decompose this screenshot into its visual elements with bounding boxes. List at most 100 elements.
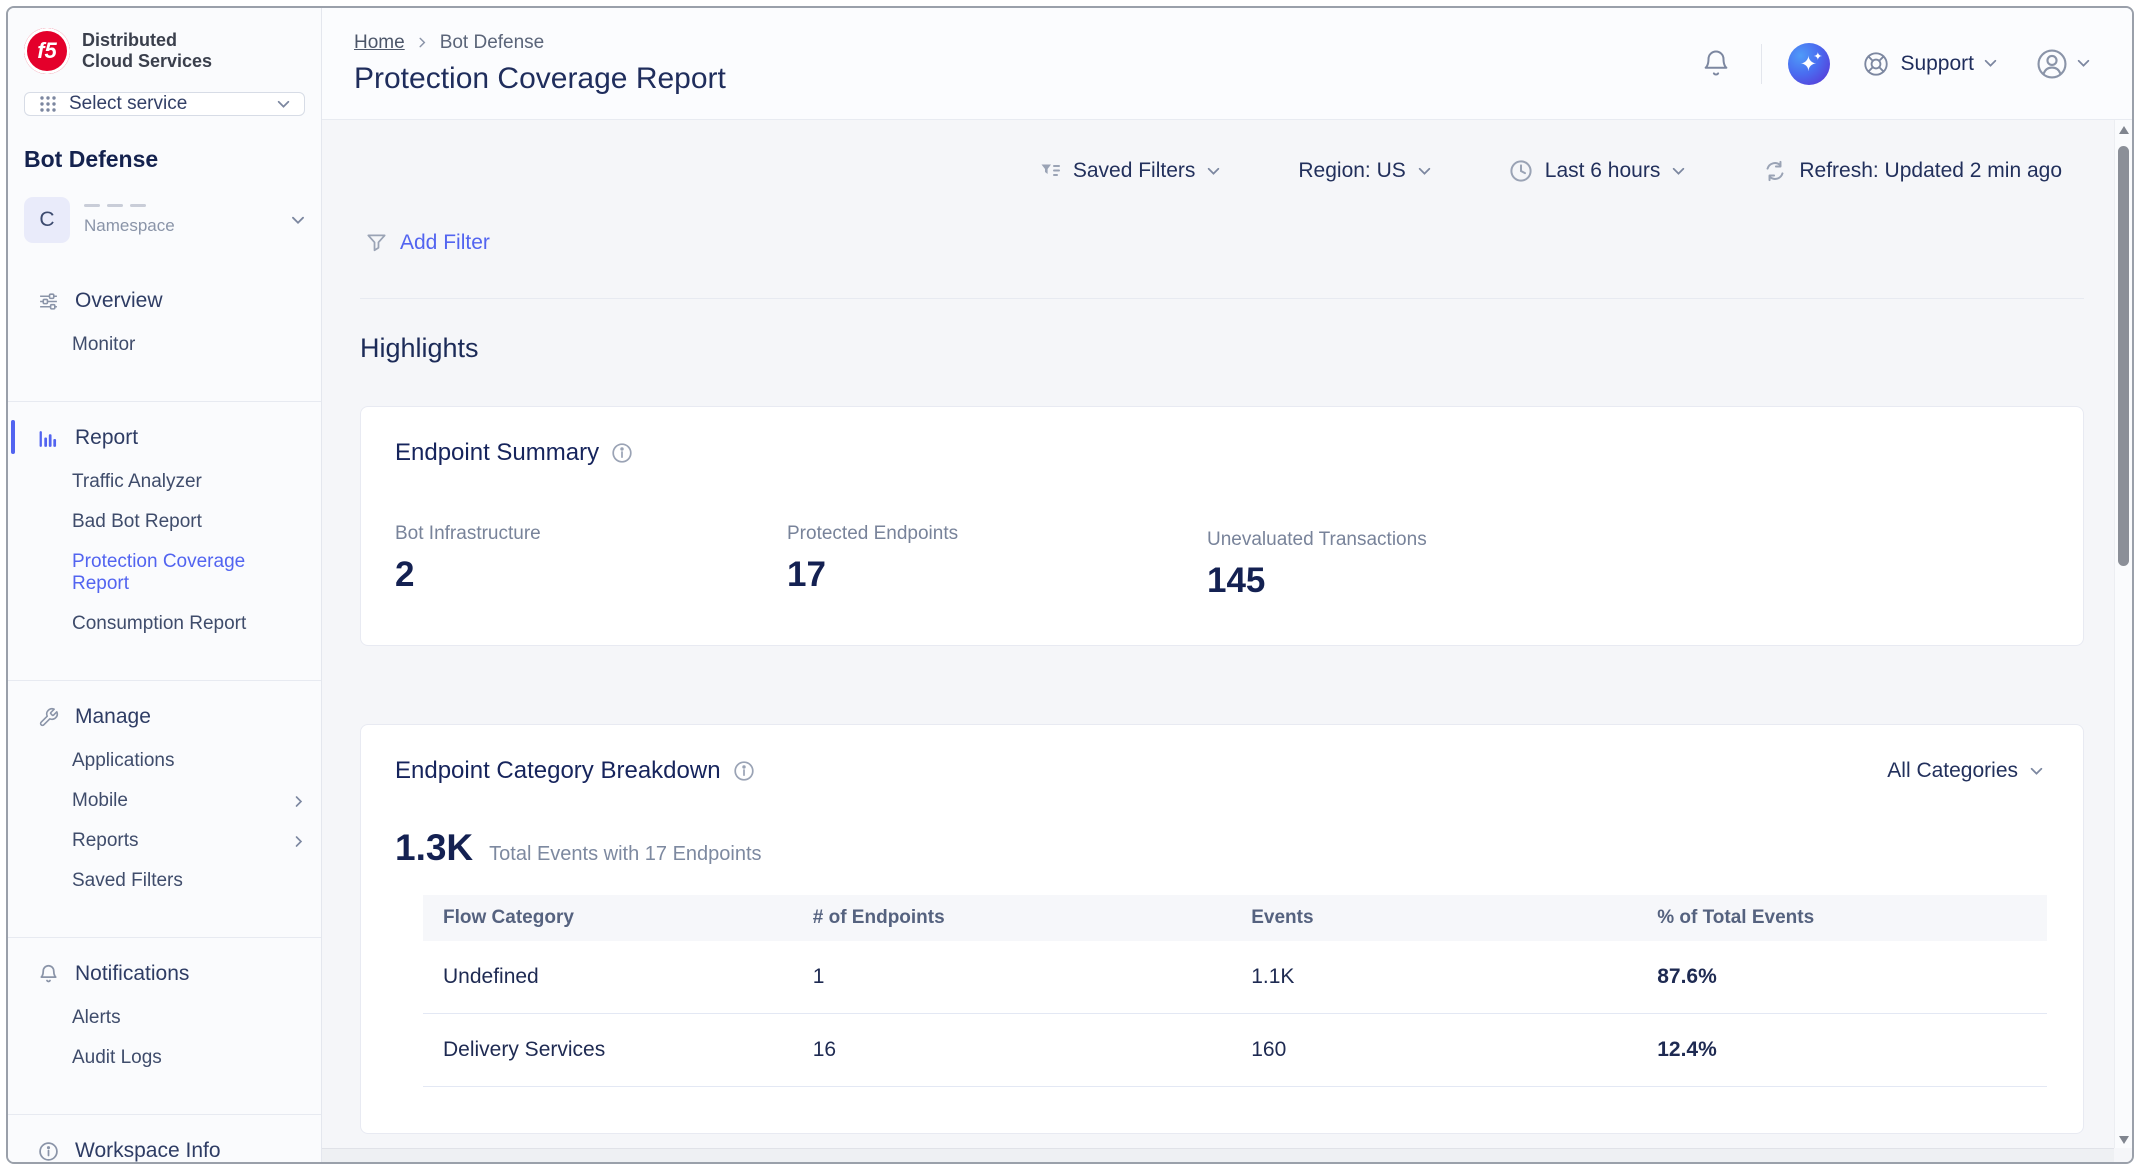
cell-events: 160: [1251, 1038, 1657, 1062]
life-ring-icon: [1862, 50, 1890, 78]
cell-flow-category: Delivery Services: [423, 1038, 813, 1062]
total-events-line: 1.3K Total Events with 17 Endpoints: [395, 827, 2049, 869]
total-events-caption: Total Events with 17 Endpoints: [489, 843, 761, 866]
chevron-down-icon: [2077, 59, 2090, 68]
user-avatar-icon: [2035, 47, 2069, 81]
sidebar-item-applications[interactable]: Applications: [8, 741, 321, 781]
sidebar-nav: Overview Monitor Report Traffic Analyzer…: [8, 265, 321, 1162]
account-menu[interactable]: [2029, 46, 2096, 82]
ai-sparkle-button[interactable]: ✦ ✦: [1788, 43, 1830, 85]
stat-protected-endpoints: Protected Endpoints 17: [787, 523, 1207, 601]
scroll-down-arrow[interactable]: [2119, 1136, 2129, 1144]
support-label: Support: [1900, 52, 1974, 76]
info-icon[interactable]: [611, 442, 633, 464]
endpoint-summary-card: Endpoint Summary Bot Infrastructure 2 Pr…: [360, 406, 2084, 646]
table-row[interactable]: Undefined 1 1.1K 87.6%: [423, 941, 2047, 1014]
stat-value: 17: [787, 555, 1207, 595]
cell-endpoints: 16: [813, 1038, 1251, 1062]
saved-filters-dropdown[interactable]: Saved Filters: [1035, 158, 1227, 184]
sidebar-item-protection-coverage-report[interactable]: Protection Coverage Report: [8, 542, 321, 604]
table-header-row: Flow Category # of Endpoints Events % of…: [423, 895, 2047, 941]
brand-name: Distributed Cloud Services: [82, 30, 212, 72]
brand: f5 Distributed Cloud Services: [8, 28, 321, 74]
nav-label: Workspace Info: [75, 1139, 221, 1162]
stat-label: Bot Infrastructure: [395, 523, 787, 545]
region-label: Region: US: [1298, 159, 1405, 183]
vertical-scrollbar[interactable]: [2114, 120, 2132, 1148]
category-breakdown-card: Endpoint Category Breakdown All Categori…: [360, 724, 2084, 1134]
nav-label: Report: [75, 426, 138, 450]
notifications-bell-button[interactable]: [1697, 45, 1735, 83]
select-service-label: Select service: [69, 93, 265, 115]
sidebar-item-bad-bot-report[interactable]: Bad Bot Report: [8, 502, 321, 542]
table-row[interactable]: Delivery Services 16 160 12.4%: [423, 1014, 2047, 1087]
category-filter-label: All Categories: [1887, 759, 2018, 783]
category-breakdown-title: Endpoint Category Breakdown: [395, 757, 721, 785]
nav-section-manage: Manage Applications Mobile Reports Saved…: [8, 681, 321, 915]
nav-item-label: Reports: [72, 830, 139, 852]
chevron-right-icon: [293, 797, 305, 806]
cell-flow-category: Undefined: [423, 965, 813, 989]
sidebar-item-alerts[interactable]: Alerts: [8, 998, 321, 1038]
sidebar-item-manage[interactable]: Manage: [8, 691, 321, 741]
top-header: Home Bot Defense Protection Coverage Rep…: [322, 8, 2132, 120]
nav-section-notifications: Notifications Alerts Audit Logs: [8, 938, 321, 1092]
nav-section-overview: Overview Monitor: [8, 265, 321, 379]
bar-chart-icon: [38, 428, 59, 449]
sidebar-item-audit-logs[interactable]: Audit Logs: [8, 1038, 321, 1078]
info-icon[interactable]: [733, 760, 755, 782]
grid-icon: [39, 95, 57, 113]
column-pct-total-events: % of Total Events: [1657, 907, 2047, 929]
filter-bar: Saved Filters Region: US Last 6 hours: [360, 120, 2084, 184]
breadcrumb-home-link[interactable]: Home: [354, 32, 405, 54]
horizontal-scrollbar[interactable]: [322, 1148, 2114, 1162]
breadcrumb-current: Bot Defense: [440, 32, 545, 54]
chevron-down-icon: [277, 100, 290, 109]
nav-section-report: Report Traffic Analyzer Bad Bot Report P…: [8, 402, 321, 658]
page-title: Protection Coverage Report: [354, 62, 726, 96]
time-range-label: Last 6 hours: [1545, 159, 1661, 183]
cell-pct-total-events: 87.6%: [1657, 965, 2047, 989]
time-range-dropdown[interactable]: Last 6 hours: [1503, 158, 1692, 184]
sidebar-item-traffic-analyzer[interactable]: Traffic Analyzer: [8, 462, 321, 502]
brand-name-line1: Distributed: [82, 30, 212, 51]
vertical-scrollbar-thumb[interactable]: [2118, 146, 2129, 566]
scroll-up-arrow[interactable]: [2119, 126, 2129, 134]
sidebar-item-reports[interactable]: Reports: [8, 821, 321, 861]
refresh-status-label: Refresh: Updated 2 min ago: [1799, 159, 2062, 183]
sidebar-item-saved-filters[interactable]: Saved Filters: [8, 861, 321, 901]
chevron-down-icon: [2030, 767, 2043, 776]
nav-item-label: Audit Logs: [72, 1047, 162, 1069]
main-area: Home Bot Defense Protection Coverage Rep…: [322, 8, 2132, 1162]
stat-label: Protected Endpoints: [787, 523, 1207, 545]
nav-item-label: Alerts: [72, 1007, 121, 1029]
info-icon: [38, 1141, 59, 1162]
endpoint-summary-title: Endpoint Summary: [395, 439, 599, 467]
support-menu[interactable]: Support: [1856, 49, 2003, 79]
sidebar-item-report[interactable]: Report: [8, 412, 321, 462]
nav-item-label: Monitor: [72, 334, 135, 356]
sidebar-item-monitor[interactable]: Monitor: [8, 325, 321, 365]
sidebar-item-notifications[interactable]: Notifications: [8, 948, 321, 998]
namespace-text: Namespace: [84, 204, 277, 236]
refresh-button[interactable]: Refresh: Updated 2 min ago: [1757, 158, 2068, 184]
namespace-selector[interactable]: C Namespace: [24, 197, 305, 243]
category-table: Flow Category # of Endpoints Events % of…: [423, 895, 2047, 1087]
sidebar-item-overview[interactable]: Overview: [8, 275, 321, 325]
funnel-icon: [366, 233, 387, 253]
bell-icon: [1701, 49, 1731, 79]
sidebar-item-workspace-info[interactable]: Workspace Info: [8, 1125, 321, 1162]
add-filter-button[interactable]: Add Filter: [360, 230, 496, 256]
sidebar-item-mobile[interactable]: Mobile: [8, 781, 321, 821]
namespace-avatar: C: [24, 197, 70, 243]
cell-events: 1.1K: [1251, 965, 1657, 989]
sidebar-item-consumption-report[interactable]: Consumption Report: [8, 604, 321, 644]
namespace-name-redacted: [84, 204, 277, 207]
chevron-down-icon: [291, 216, 305, 225]
region-dropdown[interactable]: Region: US: [1292, 158, 1436, 184]
refresh-icon: [1763, 159, 1787, 183]
header-left: Home Bot Defense Protection Coverage Rep…: [354, 32, 726, 96]
category-filter-dropdown[interactable]: All Categories: [1881, 758, 2049, 784]
select-service-dropdown[interactable]: Select service: [24, 92, 305, 116]
nav-item-label: Protection Coverage Report: [72, 551, 305, 595]
